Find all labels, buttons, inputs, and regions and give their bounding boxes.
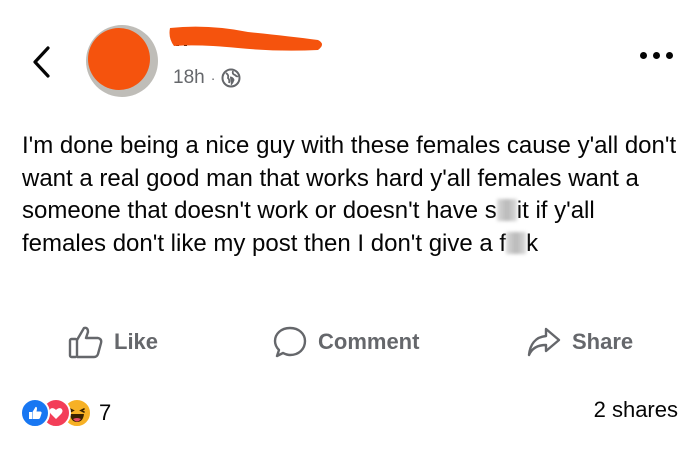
post-text-part-3: k xyxy=(526,229,539,257)
avatar[interactable] xyxy=(86,25,158,97)
reaction-count: 7 xyxy=(99,400,112,425)
post-footer: 7 2 shares xyxy=(0,396,700,432)
censor-blur xyxy=(496,199,517,221)
globe-icon xyxy=(221,68,241,88)
share-arrow-icon xyxy=(527,327,561,357)
more-dot-icon xyxy=(666,52,673,59)
shares-count[interactable]: 2 shares xyxy=(594,397,678,423)
comment-icon xyxy=(273,326,307,358)
like-reaction-icon xyxy=(20,398,50,428)
post-meta: 18h · xyxy=(173,67,241,89)
reactions-summary[interactable]: 7 xyxy=(20,396,111,430)
more-options-button[interactable] xyxy=(640,52,676,66)
like-button[interactable]: Like xyxy=(68,322,158,362)
share-button[interactable]: Share xyxy=(526,322,633,362)
censor-blur xyxy=(506,231,527,254)
avatar-redaction xyxy=(88,28,150,90)
comment-button[interactable]: Comment xyxy=(272,322,419,362)
action-bar: Like Comment Share xyxy=(0,322,700,362)
post-text: I'm done being a nice guy with these fem… xyxy=(22,130,682,260)
more-dot-icon xyxy=(653,52,660,59)
share-label: Share xyxy=(572,329,634,354)
post-timestamp[interactable]: 18h xyxy=(173,67,205,89)
like-label: Like xyxy=(114,329,159,354)
back-button[interactable] xyxy=(26,42,56,82)
author-name-redaction xyxy=(168,22,326,54)
chevron-left-icon xyxy=(33,46,50,78)
thumbs-up-icon xyxy=(68,326,103,359)
more-dot-icon xyxy=(640,52,647,59)
comment-label: Comment xyxy=(318,329,420,354)
meta-separator: · xyxy=(210,70,216,86)
